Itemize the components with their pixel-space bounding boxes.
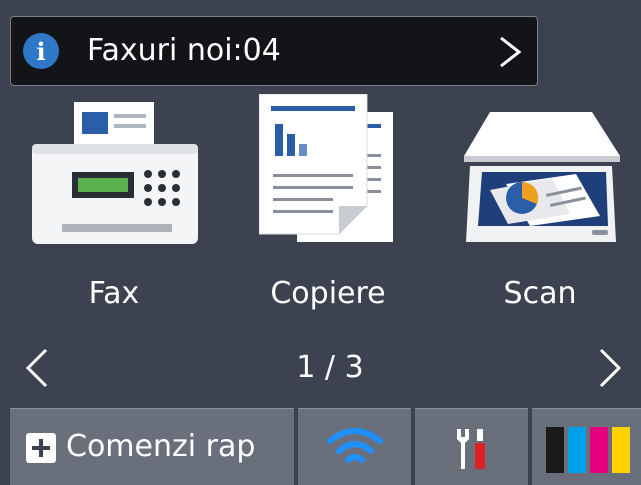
scan-tile[interactable]: Scan — [440, 92, 640, 328]
tools-icon — [457, 429, 485, 469]
fax-machine-icon — [32, 102, 198, 244]
info-icon: i — [23, 33, 59, 69]
wifi-icon — [327, 428, 383, 463]
copy-documents-icon — [259, 94, 393, 242]
notification-text: Faxuri noi:04 — [87, 33, 281, 68]
chevron-left-icon[interactable] — [24, 346, 50, 390]
ink-button[interactable] — [532, 408, 641, 485]
scan-label: Scan — [503, 276, 577, 311]
plus-icon — [26, 433, 56, 463]
scanner-icon — [464, 112, 620, 242]
ink-cartridges-icon — [546, 427, 630, 473]
copy-tile[interactable]: Copiere — [223, 92, 433, 328]
chevron-right-icon — [500, 36, 522, 68]
page-indicator: 1 / 3 — [296, 350, 364, 385]
copy-label: Copiere — [270, 276, 386, 311]
shortcuts-label: Comenzi rap — [66, 429, 256, 464]
new-fax-notification[interactable]: i Faxuri noi:04 — [10, 16, 538, 86]
wifi-button[interactable] — [298, 408, 411, 485]
bottom-bar: Comenzi rap — [0, 408, 641, 485]
fax-label: Fax — [88, 276, 140, 311]
chevron-right-icon[interactable] — [597, 346, 623, 390]
tools-button[interactable] — [415, 408, 528, 485]
fax-tile[interactable]: Fax — [14, 92, 214, 328]
shortcuts-button[interactable]: Comenzi rap — [10, 408, 294, 485]
